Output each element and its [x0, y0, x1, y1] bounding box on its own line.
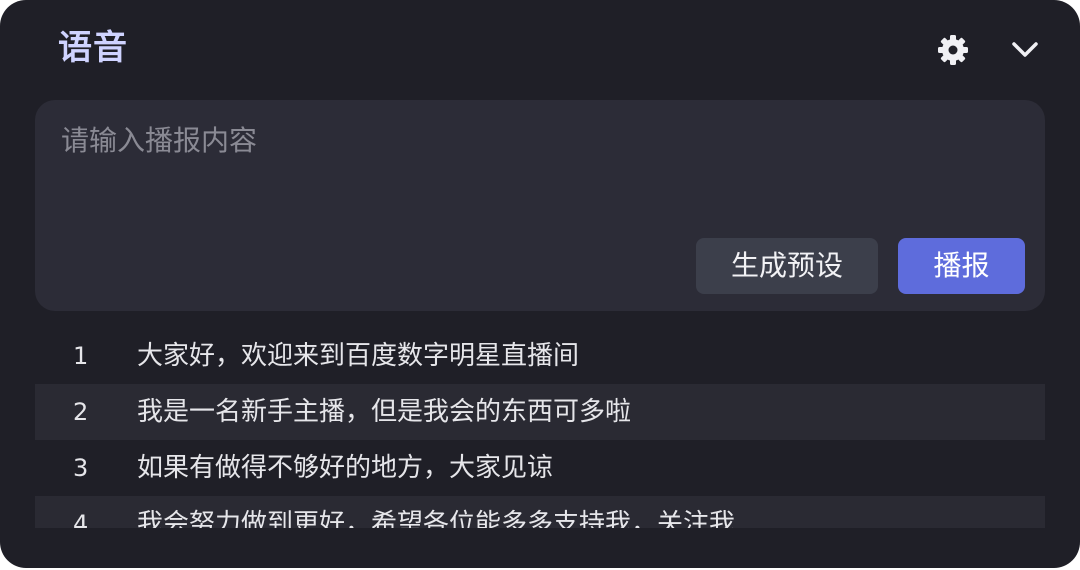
- generate-preset-button[interactable]: 生成预设: [696, 238, 878, 294]
- list-item-index: 4: [73, 510, 89, 528]
- list-item[interactable]: 1 大家好，欢迎来到百度数字明星直播间: [35, 328, 1045, 384]
- list-item-text: 我是一名新手主播，但是我会的东西可多啦: [137, 397, 632, 427]
- list-item-index: 1: [73, 342, 89, 370]
- list-item-text: 我会努力做到更好，希望各位能多多支持我，关注我: [137, 509, 736, 528]
- list-item[interactable]: 4 我会努力做到更好，希望各位能多多支持我，关注我: [35, 496, 1045, 528]
- broadcast-input-placeholder: 请输入播报内容: [61, 124, 258, 157]
- list-item-index: 2: [73, 398, 89, 426]
- gear-icon[interactable]: [933, 30, 973, 70]
- list-item-text: 如果有做得不够好的地方，大家见谅: [137, 453, 554, 483]
- broadcast-button[interactable]: 播报: [898, 238, 1025, 294]
- list-item[interactable]: 3 如果有做得不够好的地方，大家见谅: [35, 440, 1045, 496]
- list-item[interactable]: 2 我是一名新手主播，但是我会的东西可多啦: [35, 384, 1045, 440]
- script-list: 1 大家好，欢迎来到百度数字明星直播间 2 我是一名新手主播，但是我会的东西可多…: [35, 328, 1045, 528]
- broadcast-input[interactable]: 请输入播报内容 生成预设 播报: [35, 100, 1045, 311]
- list-item-text: 大家好，欢迎来到百度数字明星直播间: [137, 341, 580, 371]
- list-item-index: 3: [73, 454, 89, 482]
- voice-panel: 语音 请输入播报内容 生成预设 播报 1 大家好，欢迎来到百度数字明星直播间 2…: [0, 0, 1080, 568]
- panel-title: 语音: [58, 28, 128, 68]
- chevron-down-icon[interactable]: [1005, 30, 1045, 70]
